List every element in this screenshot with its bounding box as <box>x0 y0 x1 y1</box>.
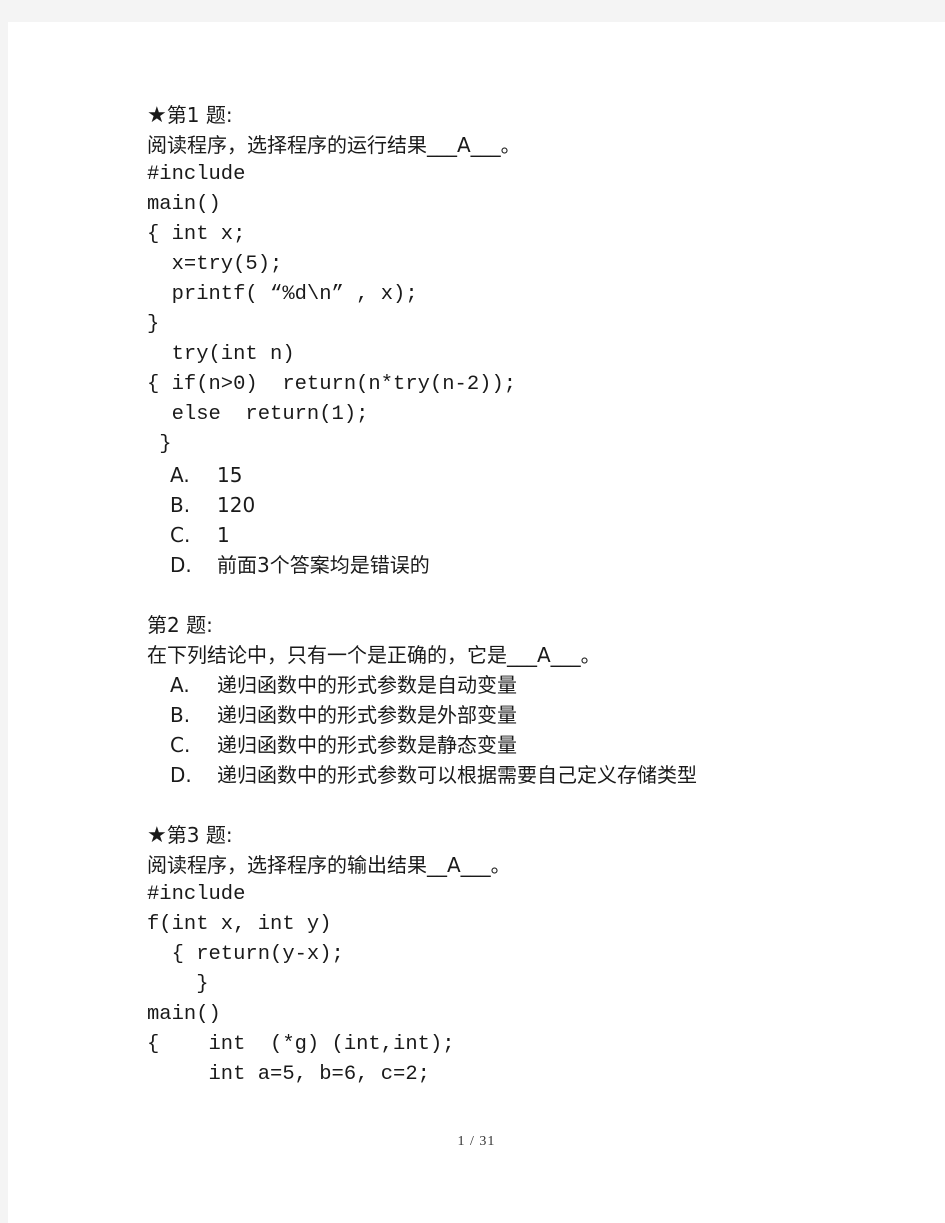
code-line: { int (*g) (int,int); <box>147 1033 455 1056</box>
code-line: #include <box>147 883 246 906</box>
question-prompt: 在下列结论中，只有一个是正确的，它是___A___。 <box>147 643 601 667</box>
question-1: ★第1 题: 阅读程序，选择程序的运行结果___A___。 #include m… <box>147 100 907 580</box>
code-line: f(int x, int y) <box>147 913 332 936</box>
code-line: int a=5, b=6, c=2; <box>147 1063 430 1086</box>
option-b: B. 120 <box>170 493 256 517</box>
code-line: printf( “%d\n” , x); <box>147 283 418 306</box>
code-line: try(int n) <box>147 343 295 366</box>
option-d: D. 前面3个答案均是错误的 <box>170 553 430 577</box>
document-page: ★第1 题: 阅读程序，选择程序的运行结果___A___。 #include m… <box>8 22 945 1223</box>
question-2: 第2 题: 在下列结论中，只有一个是正确的，它是___A___。 A. 递归函数中… <box>147 610 907 790</box>
option-c: C. 1 <box>170 523 230 547</box>
question-prompt: 阅读程序，选择程序的运行结果___A___。 <box>147 133 521 157</box>
question-prompt: 阅读程序，选择程序的输出结果__A___。 <box>147 853 511 877</box>
code-line: #include <box>147 163 246 186</box>
code-line: { int x; <box>147 223 246 246</box>
star-icon: ★ <box>147 823 167 848</box>
page-indicator: 1 / 31 <box>457 1134 496 1149</box>
star-icon: ★ <box>147 103 167 128</box>
code-line: { if(n>0) return(n*try(n-2)); <box>147 373 517 396</box>
code-line: } <box>147 433 172 456</box>
page-content: ★第1 题: 阅读程序，选择程序的运行结果___A___。 #include m… <box>147 100 907 1090</box>
option-b: B. 递归函数中的形式参数是外部变量 <box>170 703 517 727</box>
code-line: main() <box>147 1003 221 1026</box>
code-line: { return(y-x); <box>147 943 344 966</box>
code-line: main() <box>147 193 221 216</box>
question-header: ★第1 题: <box>147 103 233 128</box>
code-line: } <box>147 973 209 996</box>
question-header: 第2 题: <box>147 613 213 637</box>
option-c: C. 递归函数中的形式参数是静态变量 <box>170 733 517 757</box>
option-d: D. 递归函数中的形式参数可以根据需要自己定义存储类型 <box>170 763 697 787</box>
option-a: A. 15 <box>170 463 243 487</box>
option-a: A. 递归函数中的形式参数是自动变量 <box>170 673 517 697</box>
code-line: else return(1); <box>147 403 369 426</box>
code-line: } <box>147 313 160 336</box>
question-header: ★第3 题: <box>147 823 233 848</box>
code-line: x=try(5); <box>147 253 283 276</box>
question-3: ★第3 题: 阅读程序，选择程序的输出结果__A___。 #include f(… <box>147 820 907 1090</box>
